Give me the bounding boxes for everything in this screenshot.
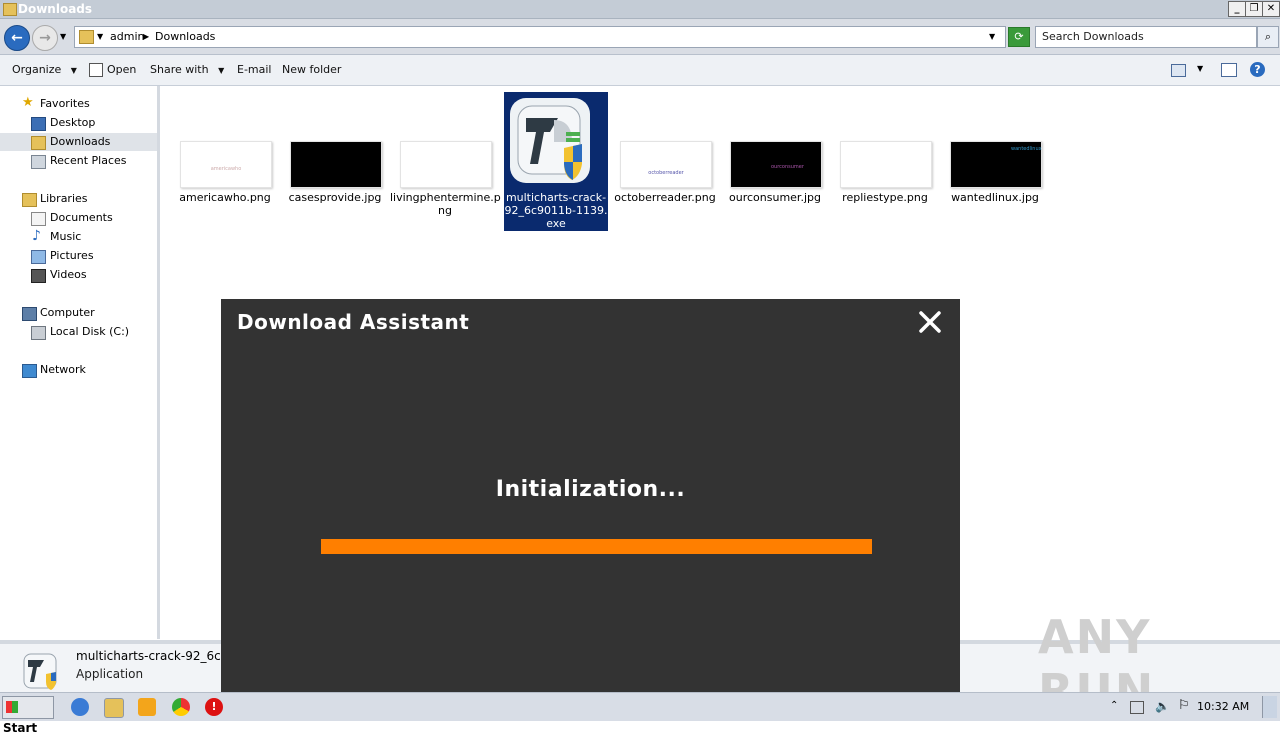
progress-bar	[321, 539, 872, 554]
desktop-icon	[31, 117, 46, 131]
downloads-folder-icon	[31, 136, 46, 150]
share-with-button[interactable]: Share with ▼	[150, 63, 224, 76]
music-icon: ♪	[32, 228, 41, 244]
file-name: americawho.png	[179, 191, 271, 204]
action-center-flag-icon[interactable]: ⚐	[1178, 698, 1190, 713]
nav-documents[interactable]: Documents	[0, 209, 157, 227]
file-thumbnail: ourconsumer	[730, 141, 822, 188]
open-icon	[89, 63, 103, 77]
status-text: Initialization...	[495, 477, 686, 502]
network-tray-icon[interactable]	[1130, 701, 1144, 714]
star-icon: ★	[22, 95, 34, 110]
nav-local-disk[interactable]: Local Disk (C:)	[0, 323, 157, 341]
close-icon[interactable]	[917, 309, 943, 335]
nav-music[interactable]: ♪ Music	[0, 228, 157, 246]
restore-button[interactable]: ❐	[1245, 1, 1263, 17]
file-thumbnail: octoberreader	[620, 141, 712, 188]
nav-computer[interactable]: Computer	[0, 304, 157, 322]
file-name: repliestype.png	[842, 191, 928, 204]
documents-icon	[31, 212, 46, 226]
file-name: casesprovide.jpg	[288, 191, 382, 204]
view-dropdown-icon[interactable]: ▼	[1197, 64, 1203, 73]
pictures-icon	[31, 250, 46, 264]
address-dropdown-icon[interactable]: ▼	[989, 32, 995, 41]
network-icon	[22, 364, 37, 378]
application-icon	[510, 98, 590, 183]
file-name: multicharts-crack-92_6c9011b-1139.exe	[504, 191, 608, 230]
window-title: Downloads	[18, 2, 93, 16]
search-placeholder: Search Downloads	[1042, 30, 1144, 43]
details-type: Application	[76, 667, 144, 681]
folder-icon	[79, 30, 94, 44]
start-button[interactable]: Start	[2, 696, 54, 735]
title-bar: Downloads _ ❐ ✕	[0, 0, 1280, 19]
email-button[interactable]: E-mail	[237, 63, 272, 76]
forward-button[interactable]: →	[32, 25, 58, 51]
open-button[interactable]: Open	[107, 63, 136, 76]
internet-explorer-icon[interactable]	[71, 698, 89, 716]
recent-pages-chevron-icon[interactable]: ▼	[60, 32, 66, 41]
preview-pane-icon[interactable]	[1221, 63, 1237, 77]
address-bar-area: ← → ▼ ▼ admin ▶ Downloads ▼ ⟳ Search Dow…	[0, 19, 1280, 55]
nav-libraries[interactable]: Libraries	[0, 190, 157, 208]
libraries-icon	[22, 193, 37, 207]
windows-logo-icon	[6, 701, 18, 713]
back-button[interactable]: ←	[4, 25, 30, 51]
address-input[interactable]: ▼ admin ▶ Downloads ▼	[74, 26, 1006, 48]
nav-videos[interactable]: Videos	[0, 266, 157, 284]
folder-icon	[3, 3, 17, 16]
breadcrumb-chevron-icon[interactable]: ▶	[143, 32, 149, 41]
recent-places-icon	[31, 155, 46, 169]
videos-icon	[31, 269, 46, 283]
navigation-pane: ★ Favorites Desktop Downloads Recent Pla…	[0, 86, 160, 639]
organize-button[interactable]: Organize ▼	[12, 63, 77, 76]
file-thumbnail: americawho	[180, 141, 272, 188]
minimize-button[interactable]: _	[1228, 1, 1246, 17]
computer-icon	[22, 307, 37, 321]
chrome-icon[interactable]	[172, 698, 190, 716]
explorer-icon[interactable]	[104, 698, 124, 718]
command-bar: Organize ▼ Open Share with ▼ E-mail New …	[0, 55, 1280, 86]
file-name: ourconsumer.jpg	[729, 191, 821, 204]
search-icon[interactable]: ⌕	[1257, 26, 1279, 48]
progress-fill	[321, 539, 872, 554]
show-desktop-button[interactable]	[1262, 696, 1277, 718]
search-input[interactable]: Search Downloads	[1035, 26, 1257, 48]
help-icon[interactable]: ?	[1250, 62, 1265, 77]
new-folder-button[interactable]: New folder	[282, 63, 341, 76]
show-hidden-icons-icon[interactable]: ⌃	[1110, 700, 1118, 711]
application-icon	[22, 652, 60, 690]
details-filename: multicharts-crack-92_6c90	[76, 649, 236, 663]
nav-recent-places[interactable]: Recent Places	[0, 152, 157, 170]
file-name: octoberreader.png	[614, 191, 716, 204]
nav-pictures[interactable]: Pictures	[0, 247, 157, 265]
close-window-button[interactable]: ✕	[1262, 1, 1280, 17]
file-item-selected[interactable]: multicharts-crack-92_6c9011b-1139.exe	[504, 92, 608, 231]
dialog-title: Download Assistant	[237, 310, 470, 334]
file-thumbnail	[840, 141, 932, 188]
file-thumbnail	[400, 141, 492, 188]
breadcrumb-admin[interactable]: admin	[110, 30, 144, 43]
file-thumbnail: wantedlinux	[950, 141, 1042, 188]
refresh-button[interactable]: ⟳	[1008, 27, 1030, 47]
file-name: livingphentermine.p ng	[390, 191, 501, 217]
nav-desktop[interactable]: Desktop	[0, 114, 157, 132]
breadcrumb-chevron-icon[interactable]: ▼	[97, 32, 103, 41]
volume-icon[interactable]: 🔈	[1155, 699, 1170, 713]
nav-downloads[interactable]: Downloads	[0, 133, 157, 151]
download-assistant-dialog: Download Assistant Initialization...	[221, 299, 960, 692]
change-view-icon[interactable]	[1171, 64, 1186, 77]
nav-favorites[interactable]: ★ Favorites	[0, 95, 157, 113]
clock[interactable]: 10:32 AM	[1197, 700, 1249, 713]
media-player-icon[interactable]	[138, 698, 156, 716]
nav-network[interactable]: Network	[0, 361, 157, 379]
disk-icon	[31, 326, 46, 340]
file-thumbnail	[290, 141, 382, 188]
opera-icon[interactable]: !	[205, 698, 223, 716]
file-name: wantedlinux.jpg	[951, 191, 1039, 204]
breadcrumb-downloads[interactable]: Downloads	[155, 30, 215, 43]
taskbar: Start ! ⌃ 🔈 ⚐ 10:32 AM	[0, 692, 1280, 735]
